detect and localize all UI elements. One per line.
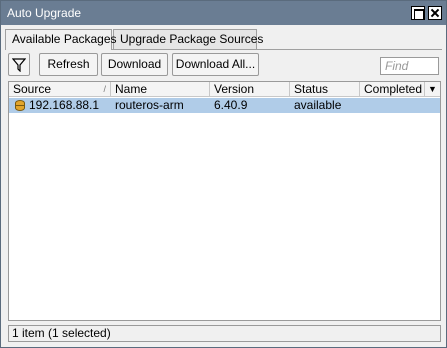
- column-header-version[interactable]: Version: [210, 82, 290, 97]
- column-header-status[interactable]: Status: [290, 82, 360, 97]
- table-header: Source / Name Version Status Completed ▼: [9, 82, 440, 97]
- database-icon: [15, 100, 25, 111]
- status-bar: 1 item (1 selected): [8, 325, 441, 342]
- packages-table: Source / Name Version Status Completed ▼…: [8, 81, 441, 321]
- download-button[interactable]: Download: [101, 53, 168, 76]
- column-label: Source: [13, 82, 52, 96]
- table-row[interactable]: 192.168.88.1 routeros-arm 6.40.9 availab…: [9, 98, 440, 113]
- tab-upgrade-package-sources[interactable]: Upgrade Package Sources: [113, 29, 263, 49]
- title-bar[interactable]: Auto Upgrade: [1, 1, 446, 25]
- tab-available-packages[interactable]: Available Packages: [5, 29, 117, 50]
- find-input[interactable]: Find: [380, 57, 439, 75]
- column-header-completed[interactable]: Completed: [360, 82, 425, 97]
- maximize-icon[interactable]: [411, 6, 425, 20]
- download-all-button[interactable]: Download All...: [172, 53, 259, 76]
- sort-indicator-icon: /: [103, 84, 106, 94]
- cell-completed: [360, 98, 425, 113]
- close-icon[interactable]: [428, 6, 442, 20]
- column-header-name[interactable]: Name: [111, 82, 210, 97]
- funnel-icon: [12, 58, 26, 72]
- cell-status: available: [294, 98, 342, 112]
- window-title: Auto Upgrade: [7, 6, 82, 20]
- filter-button[interactable]: [8, 53, 30, 76]
- cell-version: 6.40.9: [214, 98, 248, 112]
- toolbar: Refresh Download Download All... Find: [1, 53, 446, 77]
- auto-upgrade-window: Auto Upgrade Available Packages Upgrade …: [0, 0, 447, 348]
- cell-source: 192.168.88.1: [29, 98, 100, 112]
- refresh-button[interactable]: Refresh: [39, 53, 98, 76]
- cell-name: routeros-arm: [115, 98, 184, 112]
- columns-dropdown-icon[interactable]: ▼: [425, 82, 440, 97]
- column-header-source[interactable]: Source /: [9, 82, 111, 97]
